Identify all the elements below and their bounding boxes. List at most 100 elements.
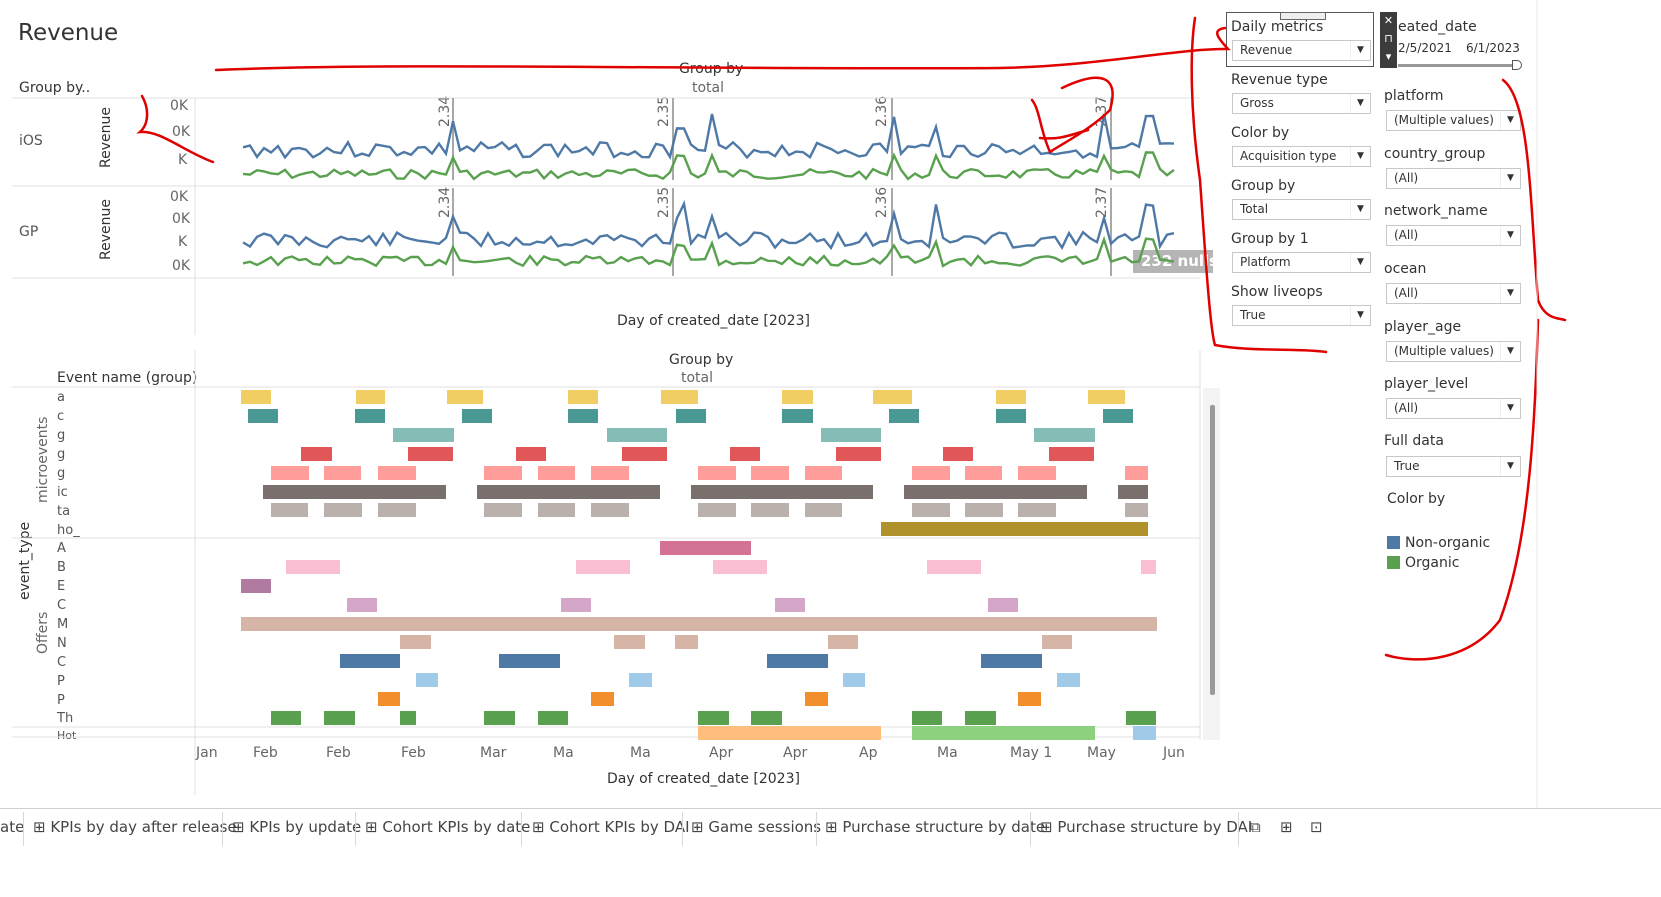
event-duration-bar (622, 447, 667, 461)
event-duration-bar (378, 692, 400, 706)
event-duration-bar (981, 654, 1042, 668)
annotation-stroke (136, 94, 215, 164)
event-duration-bar (1125, 466, 1148, 480)
event-duration-bar (378, 466, 416, 480)
event-duration-bar (484, 503, 522, 517)
event-duration-bar (805, 503, 842, 517)
event-duration-bar (241, 579, 271, 593)
event-duration-bar (1034, 428, 1095, 442)
event-duration-bar (1042, 635, 1072, 649)
event-duration-bar (828, 635, 858, 649)
event-duration-bar (698, 711, 729, 725)
series-line-organic-ios (242, 151, 1175, 181)
event-duration-bar (691, 485, 873, 499)
event-duration-bar (538, 503, 575, 517)
event-duration-bar (499, 654, 560, 668)
event-duration-bar (1126, 711, 1156, 725)
event-duration-bar (1049, 447, 1094, 461)
event-duration-bar (568, 390, 598, 404)
event-duration-bar (484, 466, 522, 480)
event-duration-bar (576, 560, 630, 574)
event-duration-bar (996, 409, 1026, 423)
event-duration-bar (873, 390, 912, 404)
event-duration-bar (805, 466, 842, 480)
event-duration-bar (416, 673, 438, 687)
event-duration-bar (843, 673, 865, 687)
event-duration-bar (821, 428, 881, 442)
event-duration-bar (1125, 503, 1148, 517)
event-duration-bar (713, 560, 767, 574)
event-duration-bar (484, 711, 515, 725)
dashboard-stage: Revenue Group by total Group by.. iOS GP… (0, 0, 1661, 897)
chart-graphics-layer (12, 0, 1567, 808)
series-line-non-organic-ios (242, 113, 1175, 160)
event-duration-bar (568, 409, 598, 423)
event-duration-bar (988, 598, 1018, 612)
event-duration-bar (889, 409, 919, 423)
event-duration-bar (965, 503, 1003, 517)
event-duration-bar (1018, 692, 1041, 706)
event-duration-bar (1057, 673, 1080, 687)
event-duration-bar (1118, 485, 1148, 499)
event-duration-bar (805, 692, 828, 706)
event-duration-bar (676, 409, 706, 423)
event-duration-bar (751, 466, 789, 480)
event-duration-bar (881, 522, 1148, 536)
event-duration-bar (561, 598, 591, 612)
event-duration-bar (340, 654, 400, 668)
event-duration-bar (730, 447, 760, 461)
annotation-stroke (1190, 16, 1328, 354)
event-duration-bar (965, 711, 996, 725)
event-duration-bar (1088, 390, 1125, 404)
event-duration-bar (591, 503, 629, 517)
event-duration-bar (912, 726, 1095, 740)
event-duration-bar (538, 711, 568, 725)
event-duration-bar (324, 503, 362, 517)
event-duration-bar (775, 598, 805, 612)
event-duration-bar (675, 635, 698, 649)
event-duration-bar (347, 598, 377, 612)
event-duration-bar (393, 428, 454, 442)
event-duration-bar (767, 654, 828, 668)
event-duration-bar (355, 409, 385, 423)
event-duration-bar (324, 466, 361, 480)
event-duration-bar (782, 390, 813, 404)
event-duration-bar (698, 466, 736, 480)
event-duration-bar (248, 409, 278, 423)
event-duration-bar (782, 409, 813, 423)
event-duration-bar (904, 485, 1087, 499)
event-duration-bar (538, 466, 575, 480)
event-duration-bar (836, 447, 881, 461)
event-duration-bar (378, 503, 416, 517)
event-duration-bar (408, 447, 453, 461)
annotation-stroke (214, 26, 1231, 72)
event-duration-bar (1018, 466, 1056, 480)
event-duration-bar (271, 711, 301, 725)
event-duration-bar (400, 711, 416, 725)
event-duration-bar (271, 466, 309, 480)
annotation-stroke (1384, 318, 1540, 661)
event-duration-bar (912, 503, 950, 517)
event-duration-bar (661, 390, 698, 404)
event-duration-bar (698, 726, 881, 740)
event-duration-bar (912, 711, 942, 725)
event-duration-bar (943, 447, 973, 461)
event-duration-bar (614, 635, 645, 649)
event-duration-bar (324, 711, 355, 725)
event-duration-bar (241, 390, 271, 404)
series-line-non-organic-gp (242, 199, 1175, 251)
event-duration-bar (301, 447, 332, 461)
event-duration-bar (516, 447, 546, 461)
event-duration-bar (271, 503, 308, 517)
event-duration-bar (1133, 726, 1156, 740)
event-duration-bar (356, 390, 385, 404)
event-duration-bar (400, 635, 431, 649)
event-duration-bar (1018, 503, 1056, 517)
event-duration-bar (965, 466, 1002, 480)
event-duration-bar (241, 617, 1157, 631)
series-line-organic-gp (242, 235, 1175, 268)
event-duration-bar (927, 560, 981, 574)
event-duration-bar (751, 503, 789, 517)
annotation-stroke (1501, 78, 1567, 322)
event-duration-bar (607, 428, 667, 442)
